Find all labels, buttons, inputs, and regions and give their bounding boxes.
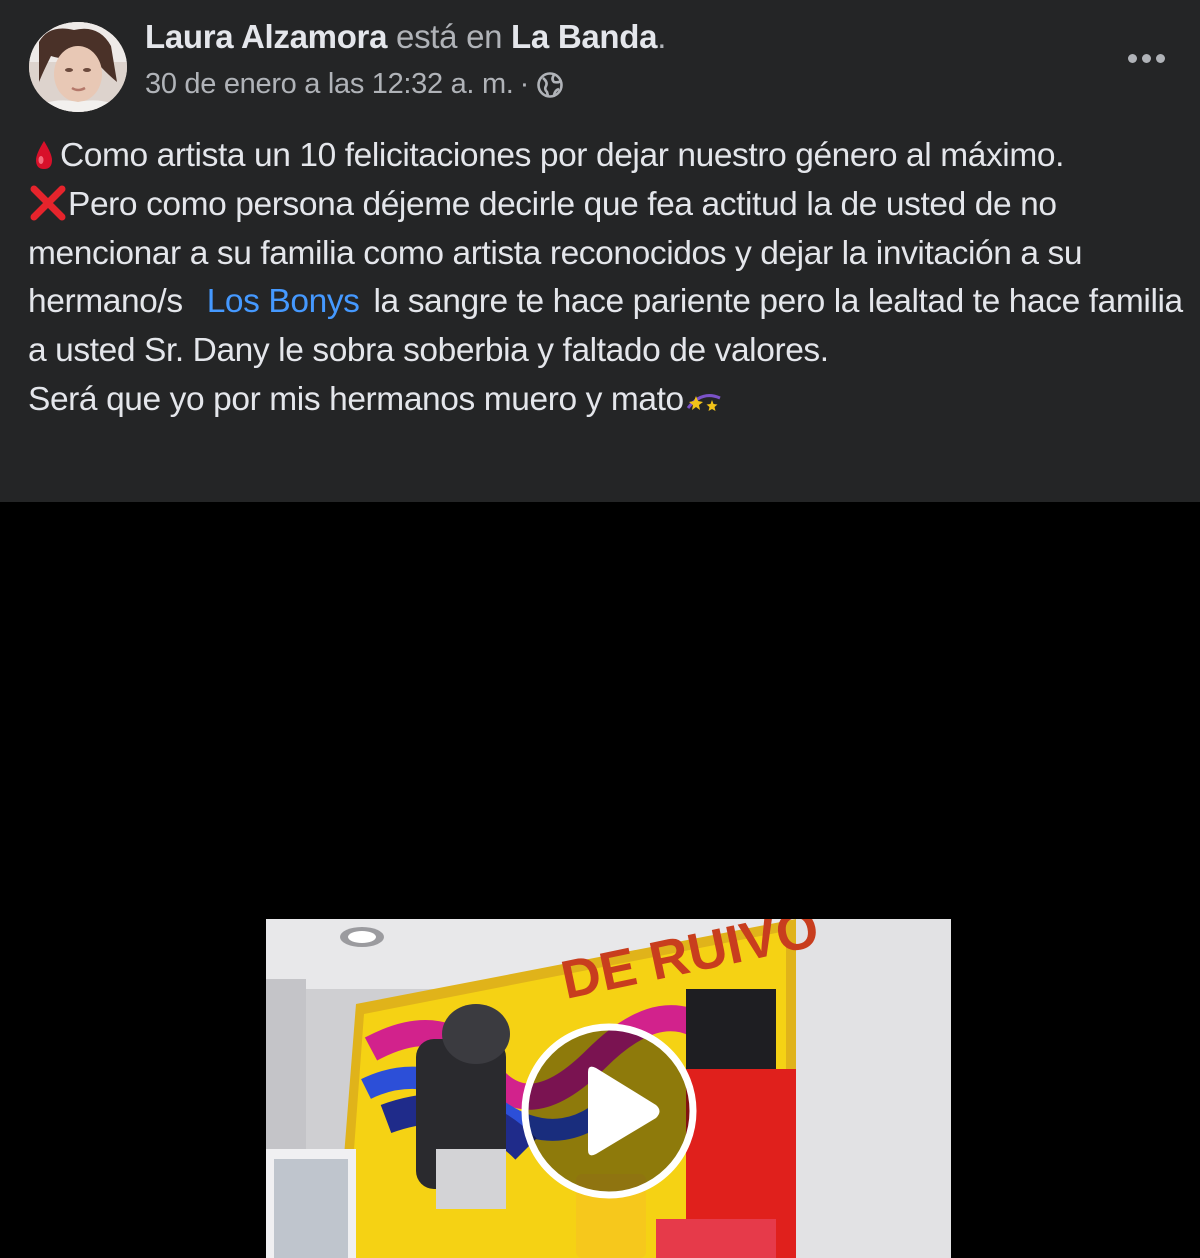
more-dot [1127, 53, 1137, 63]
post-paragraph-1: Como artista un 10 felicitaciones por de… [28, 132, 1188, 181]
cross-mark-icon [30, 185, 66, 221]
post-paragraph-3: Será que yo por mis hermanos muero y mat… [28, 376, 1188, 425]
post-author-line: Laura Alzamora está en La Banda. [145, 18, 666, 56]
meta-separator: · [519, 68, 530, 100]
more-options-button[interactable] [1120, 40, 1172, 76]
post-text-line-3: Será que yo por mis hermanos muero y mat… [28, 380, 684, 418]
post-card: Laura Alzamora está en La Banda. 30 de e… [0, 0, 1200, 502]
post-paragraph-2: Pero como persona déjeme decirle que fea… [28, 181, 1188, 376]
place-suffix: . [657, 18, 667, 55]
facebook-post: Laura Alzamora está en La Banda. 30 de e… [0, 0, 1200, 1258]
post-text: Como artista un 10 felicitaciones por de… [28, 132, 1188, 425]
status-text: está en [387, 18, 512, 55]
post-text-line-2b: la sangre te hace pariente pero la lealt… [28, 283, 1183, 370]
more-dot [1155, 53, 1165, 63]
play-icon[interactable] [520, 1022, 698, 1200]
place-link[interactable]: La Banda [511, 18, 657, 55]
drop-of-blood-icon [36, 141, 52, 169]
post-meta: 30 de enero a las 12:32 a. m. · [145, 68, 565, 101]
more-dot [1141, 53, 1151, 63]
post-text-line-1: Como artista un 10 felicitaciones por de… [60, 137, 1064, 174]
author-avatar[interactable] [29, 22, 127, 112]
avatar-photo [29, 22, 127, 112]
globe-icon[interactable] [535, 70, 565, 100]
dizzy-stars-icon [686, 394, 721, 411]
author-name[interactable]: Laura Alzamora [145, 18, 387, 55]
mention-link[interactable]: Los Bonys [207, 283, 360, 320]
post-timestamp[interactable]: 30 de enero a las 12:32 a. m. [145, 68, 514, 101]
